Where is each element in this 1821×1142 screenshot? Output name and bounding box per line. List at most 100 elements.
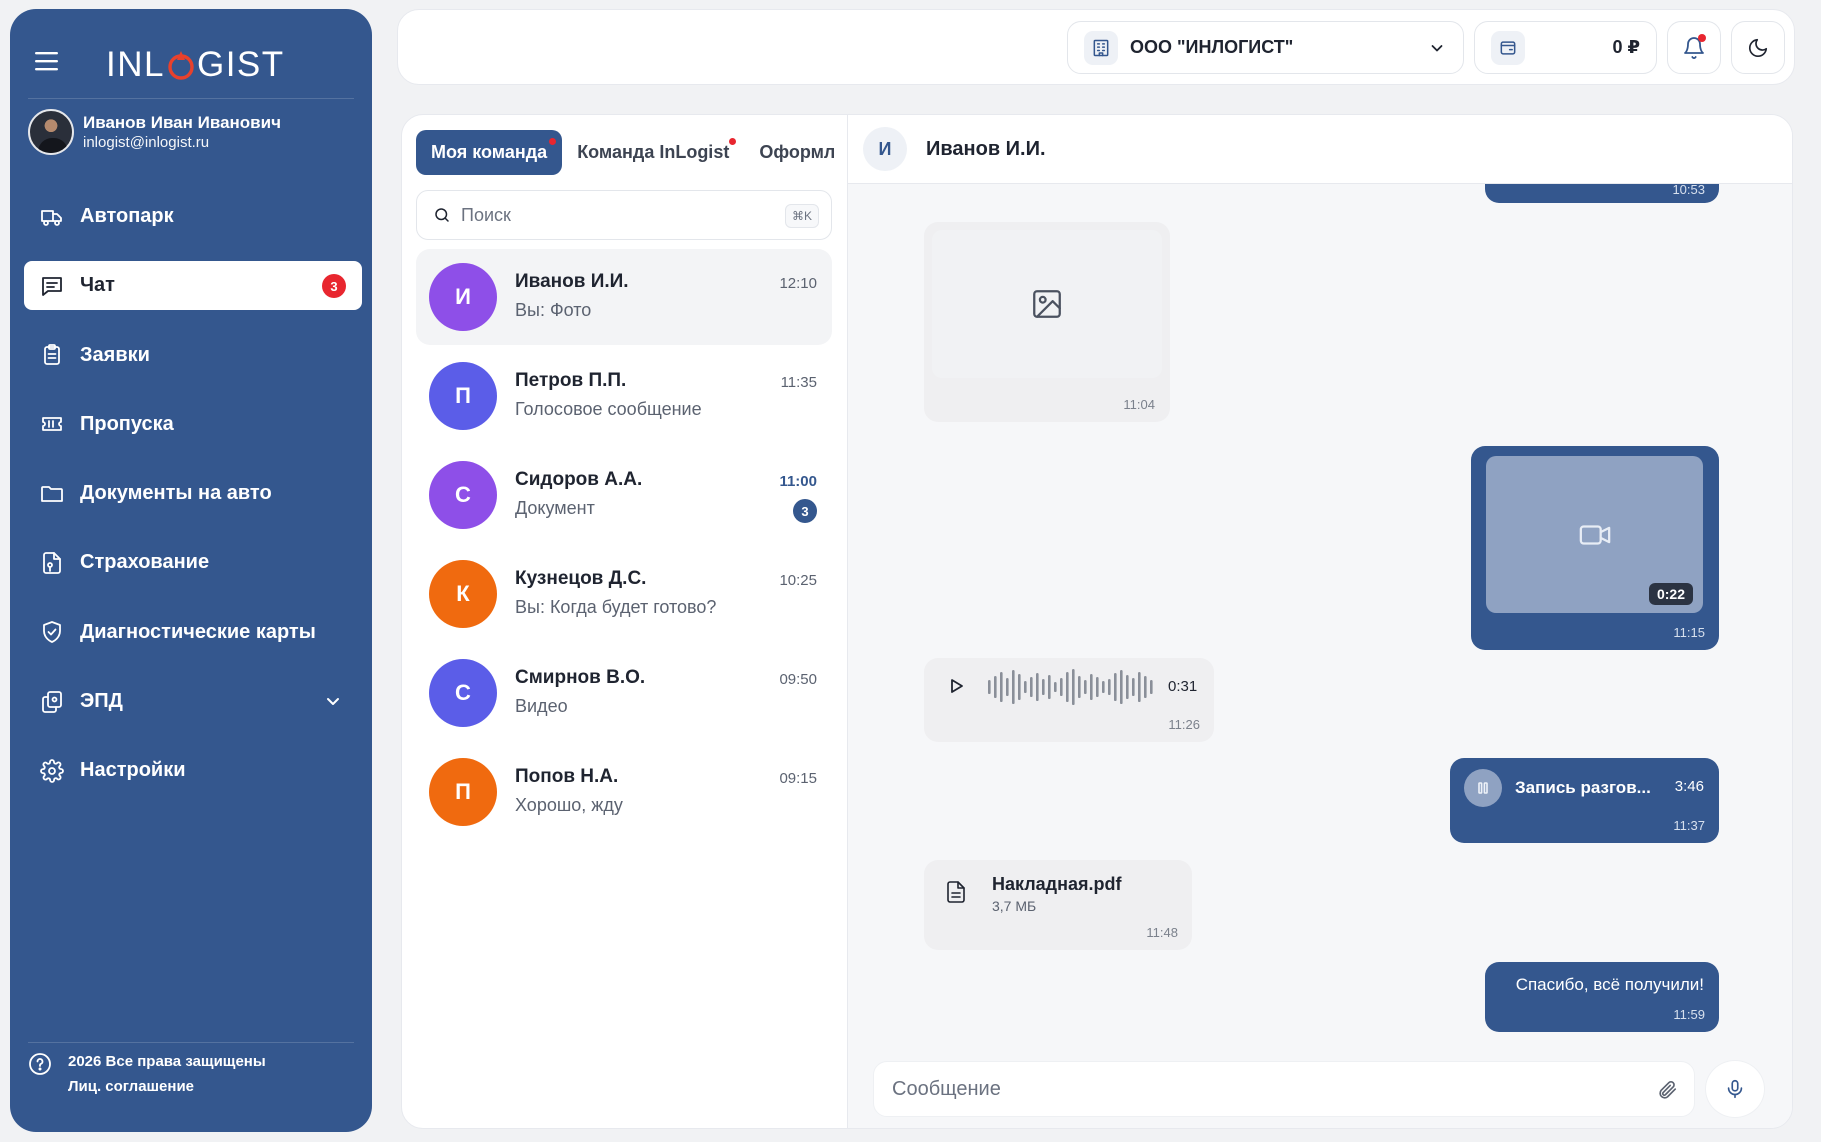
avatar [28,109,74,155]
pause-button[interactable] [1464,769,1502,807]
waveform-bar [994,676,997,698]
call-recording-label: Запись разгов... [1515,778,1651,797]
chat-list-column: Моя команда Команда InLogist Оформление ⌘K… [402,115,848,1128]
contact-item[interactable]: П Попов Н.А. Хорошо, жду 09:15 [416,744,832,840]
tab-notification-dot [549,138,557,145]
sidebar-item-settings[interactable]: Настройки [24,746,362,795]
waveform-bar [1150,680,1153,694]
waveform-bar [1126,675,1129,699]
help-icon[interactable] [28,1052,52,1076]
play-icon[interactable] [946,676,966,696]
outgoing-video-message[interactable]: 0:22 11:15 [1471,446,1719,650]
search-input[interactable] [461,204,761,226]
conversation-avatar: И [863,127,907,171]
image-icon [1033,290,1061,318]
user-email: inlogist@inlogist.ru [83,133,210,151]
outgoing-call-recording: Запись разгов... 3:46 11:37 [1450,758,1719,843]
waveform-bar [1048,675,1051,699]
paperclip-icon[interactable] [1656,1079,1678,1101]
contact-last-message: Хорошо, жду [515,795,623,815]
waveform-bar [1132,678,1135,696]
message-time: 11:59 [1673,1007,1705,1022]
call-duration: 3:46 [1674,778,1704,795]
waveform-bar [1006,678,1009,696]
video-preview[interactable]: 0:22 [1486,456,1703,613]
contact-last-message: Видео [515,696,568,716]
waveform-bar [1084,680,1087,694]
waveform-bar [1042,679,1045,695]
sidebar-item-epd[interactable]: ЭПД [24,677,362,726]
tab-inlogist-team[interactable]: Команда InLogist [562,130,744,175]
message-time: 11:15 [1673,625,1705,640]
pause-icon [1478,782,1488,794]
contact-time: 09:15 [779,770,817,787]
file-size: 3,7 МБ [992,898,1037,914]
waveform-bar [1108,679,1111,695]
sidebar-item-label: Чат [80,274,115,297]
logo[interactable]: INL GIST [106,45,285,85]
contact-item[interactable]: С Смирнов В.О. Видео 09:50 [416,645,832,741]
message-list[interactable]: 10:53 11:04 0:22 11:15 0:31 11:26 Запись… [848,184,1792,1046]
sidebar: INL GIST Иванов Иван Иванович inlogist@i… [10,9,372,1132]
user-profile[interactable]: Иванов Иван Иванович inlogist@inlogist.r… [28,109,281,155]
outgoing-message: 10:53 [1485,184,1719,203]
contact-last-message: Вы: Фото [515,300,592,320]
voice-duration: 0:31 [1168,678,1198,695]
outgoing-text-message: Спасибо, всё получили! 11:59 [1485,962,1719,1032]
ticket-icon [40,412,64,436]
notifications-button[interactable] [1667,21,1721,74]
sidebar-item-fleet[interactable]: Автопарк [24,192,362,241]
chevron-down-icon[interactable] [324,692,342,710]
waveform-bar [1030,677,1033,697]
waveform-bar [1078,676,1081,698]
contact-item[interactable]: П Петров П.П. Голосовое сообщение 11:35 [416,348,832,444]
company-selector[interactable]: ООО "ИНЛОГИСТ" [1067,21,1464,74]
sidebar-item-label: Страхование [80,551,210,574]
contact-name: Попов Н.А. [515,766,619,787]
message-time: 11:26 [1168,717,1200,732]
waveform-bar [1018,674,1021,700]
waveform-bar [1096,677,1099,697]
message-input-box [873,1061,1695,1117]
theme-toggle-button[interactable] [1731,21,1785,74]
sidebar-item-requests[interactable]: Заявки [24,331,362,380]
menu-burger-icon[interactable] [34,50,60,72]
chevron-down-icon [1429,40,1445,56]
top-bar: ООО "ИНЛОГИСТ" 0 ₽ [397,9,1795,85]
tab-registration[interactable]: Оформление [744,130,834,175]
conversation: И Иванов И.И. 10:53 11:04 0:22 11:15 0:3… [848,115,1792,1128]
tab-my-team[interactable]: Моя команда [416,130,563,175]
sidebar-item-insurance[interactable]: Страхование [24,538,362,587]
waveform-bar [988,680,991,694]
incoming-voice-message: 0:31 11:26 [924,658,1214,742]
tab-label: Моя команда [431,142,548,162]
sidebar-item-passes[interactable]: Пропуска [24,400,362,449]
sidebar-item-vehicle-docs[interactable]: Документы на авто [24,469,362,518]
unread-badge: 3 [322,274,346,299]
message-input[interactable] [892,1077,1612,1101]
message-time: 10:53 [1672,184,1705,197]
chat-panel: Моя команда Команда InLogist Оформление ⌘K… [401,114,1793,1129]
balance-widget[interactable]: 0 ₽ [1474,21,1657,74]
contact-item[interactable]: К Кузнецов Д.С. Вы: Когда будет готово? … [416,546,832,642]
microphone-button[interactable] [1705,1060,1765,1118]
incoming-image-message[interactable]: 11:04 [924,222,1170,422]
audio-waveform[interactable] [986,668,1158,706]
video-camera-icon [1579,524,1610,545]
contact-time: 10:25 [779,572,817,589]
sidebar-item-diagnostic-cards[interactable]: Диагностические карты [24,608,362,657]
waveform-bar [1054,682,1057,692]
license-link[interactable]: Лиц. соглашение [68,1074,266,1099]
conversation-header: И Иванов И.И. [848,115,1792,184]
sidebar-item-chat[interactable]: Чат 3 [24,261,362,311]
image-placeholder[interactable] [932,230,1162,378]
contact-item[interactable]: И Иванов И.И. Вы: Фото 12:10 [416,249,832,345]
contact-list: И Иванов И.И. Вы: Фото 12:10 П Петров П.… [416,249,832,843]
contact-time: 12:10 [779,275,817,292]
message-text: Спасибо, всё получили! [1515,975,1704,994]
contact-item[interactable]: С Сидоров А.А. Документ 11:00 3 [416,447,832,543]
logo-right-text: GIST [196,45,285,84]
contact-avatar: П [429,362,497,430]
incoming-file-message[interactable]: Накладная.pdf 3,7 МБ 11:48 [924,860,1192,950]
clipboard-icon [40,343,64,367]
